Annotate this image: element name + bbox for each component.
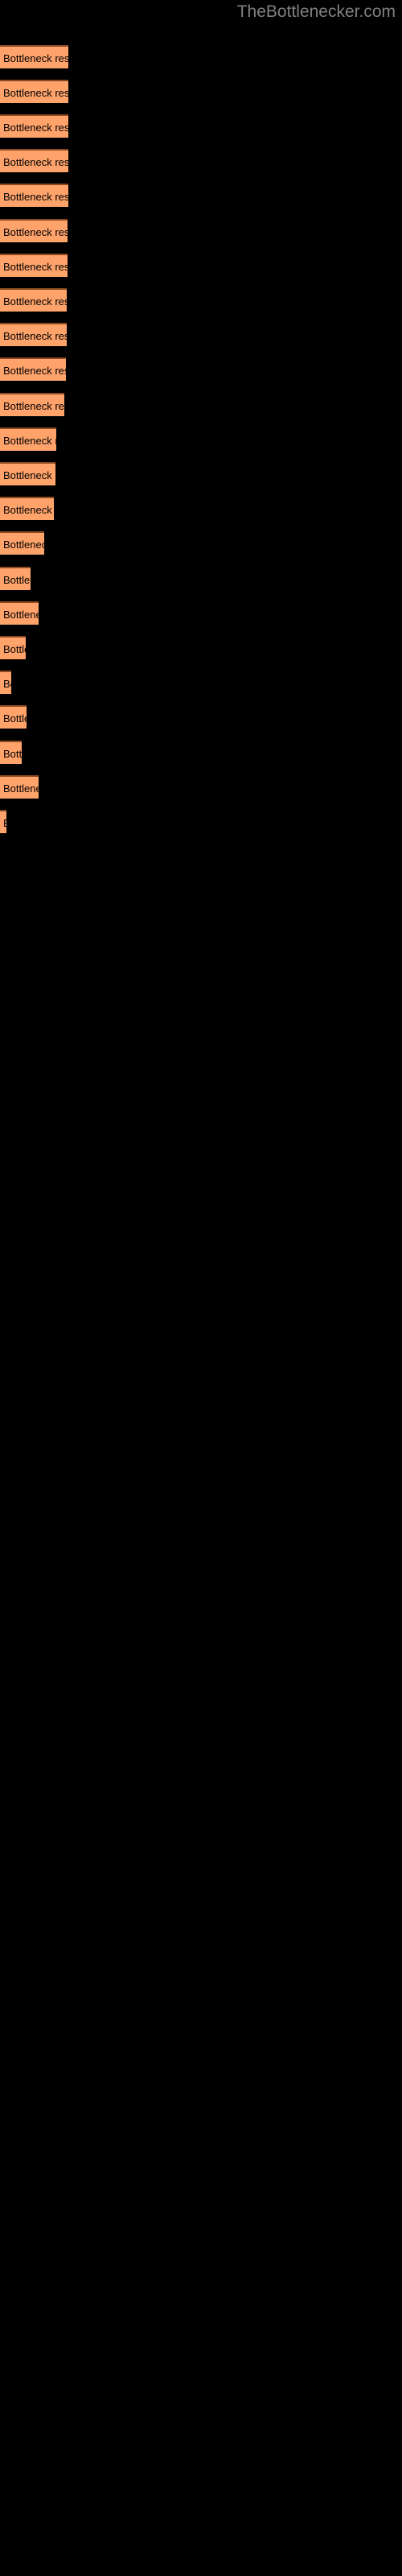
bottleneck-result-bar[interactable]: Bottleneck result [0, 357, 66, 381]
bar-clip: Bottleneck result [0, 810, 6, 833]
bottleneck-result-bar[interactable]: Bottleneck result [0, 427, 56, 451]
bar-clip: Bottleneck result [0, 531, 44, 555]
bar-label: Bottleneck result [3, 52, 68, 64]
bar-label: Bottleneck result [3, 261, 68, 273]
bar-clip: Bottleneck result [0, 80, 68, 103]
bar-label: Bottleneck result [3, 678, 11, 690]
bar-label: Bottleneck result [3, 435, 56, 447]
bar-label: Bottleneck result [3, 782, 39, 795]
bottleneck-result-bar[interactable]: Bottleneck result [0, 497, 54, 520]
bar-clip: Bottleneck result [0, 636, 26, 659]
bottleneck-result-bar[interactable]: Bottleneck result [0, 323, 67, 346]
bottleneck-result-bar[interactable]: Bottleneck result [0, 636, 26, 659]
bottleneck-result-bar[interactable]: Bottleneck result [0, 567, 31, 590]
bar-clip: Bottleneck result [0, 671, 11, 694]
bar-label: Bottleneck result [3, 156, 68, 168]
bar-label: Bottleneck result [3, 643, 26, 655]
bottleneck-result-bar[interactable]: Bottleneck result [0, 288, 67, 312]
bar-label: Bottleneck result [3, 815, 6, 832]
bar-label: Bottleneck result [3, 609, 39, 621]
bottleneck-result-bar[interactable]: Bottleneck result [0, 705, 27, 729]
bar-label: Bottleneck result [3, 226, 68, 238]
bottleneck-result-bar[interactable]: Bottleneck result [0, 671, 11, 694]
bottleneck-result-bar[interactable]: Bottleneck result [0, 114, 68, 138]
bar-clip: Bottleneck result [0, 462, 55, 485]
bar-clip: Bottleneck result [0, 393, 64, 416]
bar-clip: Bottleneck result [0, 45, 68, 68]
bar-label: Bottleneck result [3, 574, 31, 586]
bar-clip: Bottleneck result [0, 567, 31, 590]
bar-label: Bottleneck result [3, 365, 66, 377]
bottleneck-result-bar[interactable]: Bottleneck result [0, 775, 39, 799]
bar-clip: Bottleneck result [0, 149, 68, 172]
bar-clip: Bottleneck result [0, 323, 67, 346]
bar-label: Bottleneck result [3, 539, 44, 551]
bar-clip: Bottleneck result [0, 741, 22, 764]
bar-clip: Bottleneck result [0, 705, 27, 729]
bar-label: Bottleneck result [3, 469, 55, 481]
bar-clip: Bottleneck result [0, 427, 56, 451]
bar-clip: Bottleneck result [0, 254, 68, 277]
bar-label: Bottleneck result [3, 504, 54, 516]
bar-label: Bottleneck result [3, 748, 22, 760]
bar-clip: Bottleneck result [0, 497, 54, 520]
bottleneck-result-bar[interactable]: Bottleneck result [0, 393, 64, 416]
bar-label: Bottleneck result [3, 712, 27, 724]
bottleneck-result-bar[interactable]: Bottleneck result [0, 219, 68, 242]
bottleneck-result-bar[interactable]: Bottleneck result [0, 531, 44, 555]
bottleneck-result-bar[interactable]: Bottleneck result [0, 601, 39, 625]
bar-clip: Bottleneck result [0, 219, 68, 242]
bar-label: Bottleneck result [3, 400, 64, 412]
bar-clip: Bottleneck result [0, 288, 67, 312]
bottleneck-result-bar[interactable]: Bottleneck result [0, 741, 22, 764]
bottleneck-result-bar[interactable]: Bottleneck result [0, 149, 68, 172]
bottleneck-bar-chart: Bottleneck result Bottleneck result Bottle… [0, 0, 402, 2576]
page-root: TheBottlenecker.com Bottleneck resultBot… [0, 0, 402, 2576]
bottleneck-result-bar[interactable]: Bottleneck result [0, 45, 68, 68]
bottleneck-result-bar[interactable]: Bottleneck result [0, 462, 55, 485]
bar-clip: Bottleneck result [0, 114, 68, 138]
bottleneck-result-bar[interactable]: Bottleneck result [0, 184, 68, 207]
bottleneck-result-bar[interactable]: Bottleneck result [0, 810, 6, 833]
bar-clip: Bottleneck result [0, 184, 68, 207]
bar-label: Bottleneck result [3, 122, 68, 134]
bar-clip: Bottleneck result [0, 601, 39, 625]
bar-clip: Bottleneck result [0, 775, 39, 799]
bar-clip: Bottleneck result [0, 357, 66, 381]
bar-label: Bottleneck result [3, 330, 67, 342]
bottleneck-result-bar[interactable]: Bottleneck result [0, 254, 68, 277]
bar-label: Bottleneck result [3, 191, 68, 203]
bottleneck-result-bar[interactable]: Bottleneck result [0, 80, 68, 103]
bar-label: Bottleneck result [3, 295, 67, 308]
bar-label: Bottleneck result [3, 87, 68, 99]
